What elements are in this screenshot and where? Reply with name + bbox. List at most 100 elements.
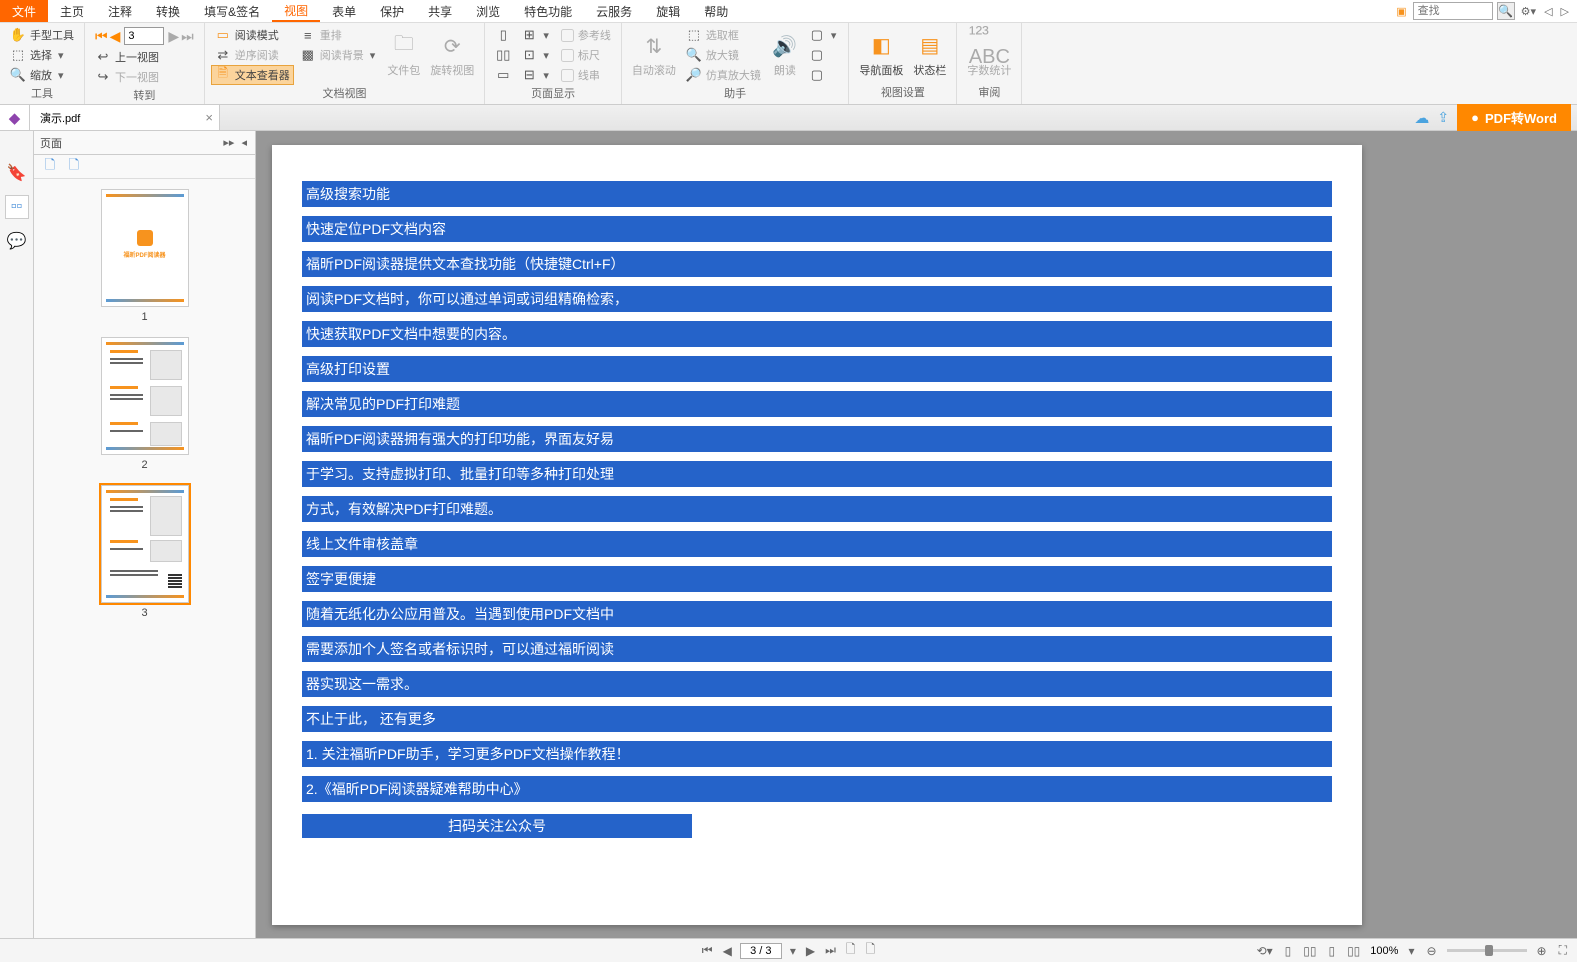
menu-cloud[interactable]: 云服务 — [584, 0, 644, 22]
sb-jump2-button[interactable]: 🗋 — [864, 940, 878, 961]
sb-next-button[interactable]: ▶ — [804, 944, 817, 958]
clip-button[interactable]: ⬚选取框 — [682, 25, 765, 45]
simmag-button[interactable]: 🔎仿真放大镜 — [682, 65, 765, 85]
thumb-3[interactable]: 3 — [101, 485, 189, 619]
last-page-button[interactable]: ⏭ — [181, 28, 194, 45]
text-viewer-button[interactable]: 🗎文本查看器 — [211, 65, 294, 85]
menu-convert[interactable]: 转换 — [144, 0, 192, 22]
document-tab[interactable]: 演示.pdf × — [30, 105, 220, 130]
menu-protect[interactable]: 保护 — [368, 0, 416, 22]
layout3-button[interactable]: ▭ — [491, 65, 515, 85]
start-tab[interactable]: ◆ — [0, 105, 30, 130]
zoom-out-button[interactable]: ⊖ — [1424, 944, 1438, 958]
sb-page-input[interactable] — [740, 943, 782, 959]
prev-view-label: 上一视图 — [115, 49, 159, 65]
fit2-button[interactable]: ⊡▾ — [517, 45, 555, 65]
menu-view[interactable]: 视图 — [272, 0, 320, 22]
cloud-icon[interactable] — [1414, 109, 1429, 127]
search-input[interactable] — [1413, 2, 1493, 20]
zoom-slider-thumb[interactable] — [1485, 945, 1493, 956]
settings-icon[interactable]: ⚙▾ — [1519, 5, 1538, 18]
first-page-button[interactable]: ⏮ — [95, 28, 108, 45]
menu-home[interactable]: 主页 — [48, 0, 96, 22]
layout2-button[interactable]: ▯▯ — [491, 45, 515, 65]
menu-help[interactable]: 帮助 — [692, 0, 740, 22]
sb-jump1-button[interactable]: 🗋 — [844, 940, 858, 961]
chevron-down-icon: ▾ — [56, 69, 66, 82]
next-page-button[interactable]: ▶ — [168, 28, 179, 45]
read-bg-button[interactable]: ▩阅读背景▾ — [296, 45, 382, 65]
spacer — [296, 65, 382, 85]
menu-annotate[interactable]: 注释 — [96, 0, 144, 22]
wordcount-button[interactable]: ¹²³ABC字数统计 — [963, 30, 1015, 80]
sb-history-button[interactable]: ⟲▾ — [1255, 944, 1275, 958]
zoom-in-button[interactable]: ⊕ — [1535, 944, 1549, 958]
fit3-button[interactable]: ⊟▾ — [517, 65, 555, 85]
thumb-expand-button[interactable]: ▸▸ — [221, 137, 236, 149]
aux2-button[interactable]: ▢ — [805, 45, 843, 65]
prev-view-button[interactable]: ↩上一视图 — [91, 47, 198, 67]
thumb-collapse-button[interactable]: ◂ — [239, 137, 249, 149]
reading-mode-button[interactable]: ▭阅读模式 — [211, 25, 294, 45]
zoom-menu-button[interactable]: ▾ — [1406, 944, 1416, 958]
pdf-to-word-button[interactable]: ●PDF转Word — [1457, 104, 1571, 131]
next-view-button[interactable]: ↪下一视图 — [91, 67, 198, 87]
thread-checkbox[interactable] — [561, 69, 574, 82]
nav-panel-button[interactable]: ◧导航面板 — [855, 30, 907, 80]
zoom-tool-button[interactable]: 🔍缩放▾ — [6, 65, 78, 85]
reverse-read-button[interactable]: ⇄逆序阅读 — [211, 45, 294, 65]
prev-page-button[interactable]: ◀ — [110, 28, 121, 45]
page-viewport[interactable]: 高级搜索功能 快速定位PDF文档内容 福昕PDF阅读器提供文本查找功能（快捷键C… — [256, 131, 1577, 938]
thread-button[interactable]: 线串 — [557, 65, 615, 85]
guide-button[interactable]: 参考线 — [557, 25, 615, 45]
nav-back-icon[interactable]: ◁ — [1542, 5, 1554, 18]
menu-rotate[interactable]: 旋辑 — [644, 0, 692, 22]
tab-close-button[interactable]: × — [205, 110, 213, 125]
menu-feature[interactable]: 特色功能 — [512, 0, 584, 22]
sb-last-button[interactable]: ⏭ — [823, 943, 838, 958]
share-icon[interactable] — [1437, 109, 1449, 126]
bulb-icon[interactable]: ▣ — [1394, 5, 1408, 18]
speak-button[interactable]: 🔊朗读 — [767, 30, 803, 80]
rail-pages-button[interactable]: ▫▫ — [5, 195, 29, 219]
nav-fwd-icon[interactable]: ▷ — [1559, 5, 1571, 18]
sb-prev-button[interactable]: ◀ — [721, 944, 734, 958]
hand-tool-button[interactable]: ✋手型工具 — [6, 25, 78, 45]
zoom-slider[interactable] — [1447, 949, 1527, 952]
aux3-button[interactable]: ▢ — [805, 65, 843, 85]
mag-button[interactable]: 🔍放大镜 — [682, 45, 765, 65]
goto-page-input[interactable] — [124, 27, 164, 45]
folder-button[interactable]: 🗀文件包 — [383, 30, 424, 80]
search-button[interactable]: 🔍 — [1497, 2, 1515, 20]
sb-view4-button[interactable]: ▯▯ — [1345, 944, 1362, 958]
aux1-button[interactable]: ▢▾ — [805, 25, 843, 45]
select-tool-button[interactable]: ⬚选择▾ — [6, 45, 78, 65]
thumb-tool2-button[interactable]: 🗋 — [66, 159, 82, 175]
sb-dropdown-button[interactable]: ▾ — [788, 944, 798, 958]
rail-bookmark-button[interactable]: 🔖 — [5, 161, 29, 185]
menu-file[interactable]: 文件 — [0, 0, 48, 22]
thumb-list[interactable]: 福昕PDF阅读器 1 2 — [34, 179, 255, 938]
autoscroll-button[interactable]: ⇅自动滚动 — [628, 30, 680, 80]
menu-share[interactable]: 共享 — [416, 0, 464, 22]
menu-form[interactable]: 表单 — [320, 0, 368, 22]
fit1-button[interactable]: ⊞▾ — [517, 25, 555, 45]
ruler-button[interactable]: 标尺 — [557, 45, 615, 65]
layout1-button[interactable]: ▯ — [491, 25, 515, 45]
menu-browse[interactable]: 浏览 — [464, 0, 512, 22]
sb-first-button[interactable]: ⏮ — [700, 943, 715, 958]
repos-button[interactable]: ≡重排 — [296, 25, 382, 45]
menu-fillsign[interactable]: 填写&签名 — [192, 0, 272, 22]
thumb-1[interactable]: 福昕PDF阅读器 1 — [101, 189, 189, 323]
thumb-2[interactable]: 2 — [101, 337, 189, 471]
thumb-tool1-button[interactable]: 🗋 — [42, 159, 58, 175]
ruler-checkbox[interactable] — [561, 49, 574, 62]
guide-checkbox[interactable] — [561, 29, 574, 42]
status-bar-button[interactable]: ▤状态栏 — [909, 30, 950, 80]
sb-view3-button[interactable]: ▯ — [1326, 944, 1337, 958]
rail-comments-button[interactable]: 💬 — [5, 229, 29, 253]
rotate-view-button[interactable]: ⟳旋转视图 — [426, 30, 478, 80]
fullscreen-button[interactable]: ⛶ — [1557, 943, 1569, 958]
sb-view1-button[interactable]: ▯ — [1283, 944, 1294, 958]
sb-view2-button[interactable]: ▯▯ — [1301, 944, 1318, 958]
